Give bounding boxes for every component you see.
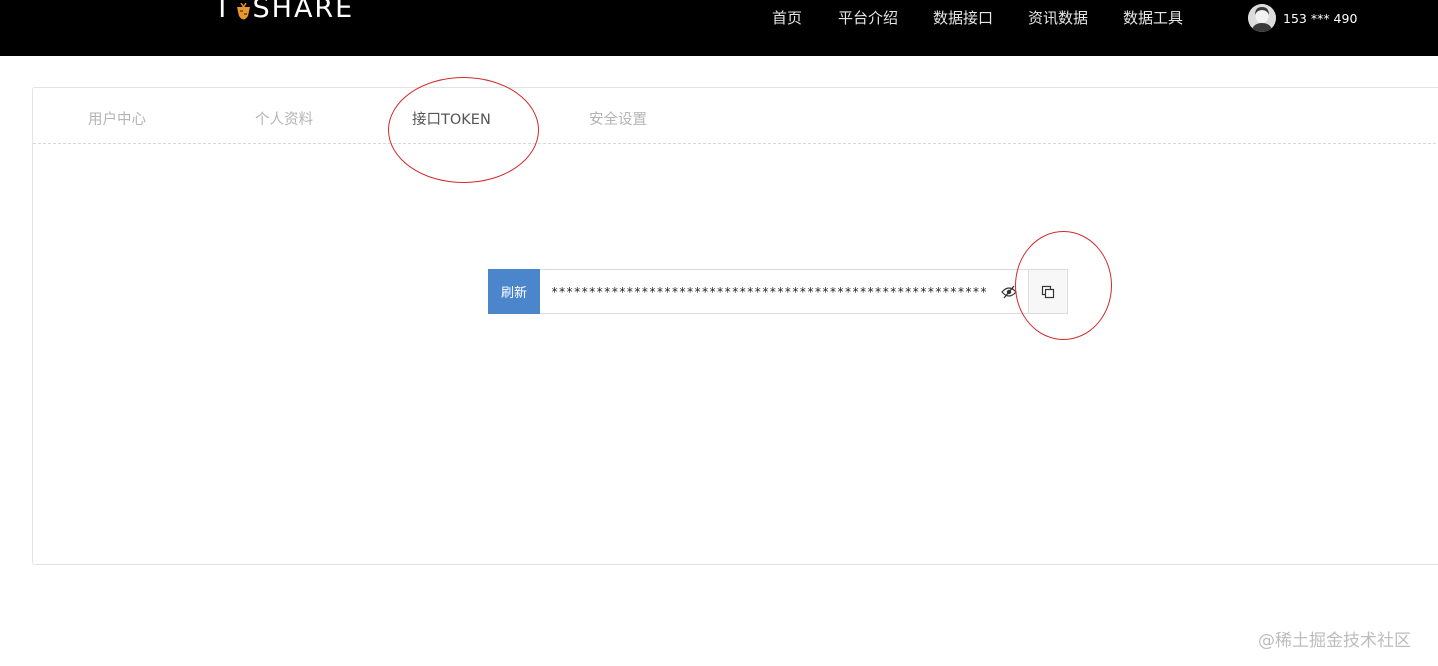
- account-tabs: 用户中心 个人资料 接口TOKEN 安全设置: [33, 88, 1438, 144]
- copy-token-button[interactable]: [1028, 269, 1068, 314]
- juejin-watermark: @稀土掘金技术社区: [1258, 631, 1411, 651]
- token-field[interactable]: ****************************************…: [540, 269, 1029, 314]
- nav-home[interactable]: 首页: [772, 7, 802, 28]
- token-value: ****************************************…: [551, 285, 987, 299]
- copy-icon: [1041, 285, 1055, 298]
- tushare-logo[interactable]: T SHARE: [214, 0, 354, 24]
- logo-text-right: SHARE: [252, 0, 355, 24]
- user-avatar-icon: [1248, 4, 1276, 32]
- tab-security-settings[interactable]: 安全设置: [589, 108, 647, 129]
- nav-news-data[interactable]: 资讯数据: [1028, 7, 1088, 28]
- refresh-token-button[interactable]: 刷新: [488, 269, 540, 314]
- eye-slash-icon[interactable]: [1001, 285, 1017, 299]
- carrot-logo-icon: [236, 3, 250, 20]
- user-menu[interactable]: 153 *** 490: [1248, 4, 1357, 32]
- nav-data-tools[interactable]: 数据工具: [1123, 7, 1183, 28]
- tab-profile[interactable]: 个人资料: [255, 108, 313, 129]
- nav-platform-intro[interactable]: 平台介绍: [838, 7, 898, 28]
- tab-api-token[interactable]: 接口TOKEN: [412, 108, 491, 129]
- tab-user-center[interactable]: 用户中心: [88, 108, 146, 129]
- top-navbar: T SHARE 首页 平台介绍 数据接口 资讯数据 数据工具 153 *** 4…: [0, 0, 1438, 56]
- user-phone: 153 *** 490: [1283, 10, 1358, 26]
- logo-text-left: T: [214, 0, 233, 24]
- account-card: 用户中心 个人资料 接口TOKEN 安全设置: [32, 87, 1438, 565]
- nav-data-api[interactable]: 数据接口: [933, 7, 993, 28]
